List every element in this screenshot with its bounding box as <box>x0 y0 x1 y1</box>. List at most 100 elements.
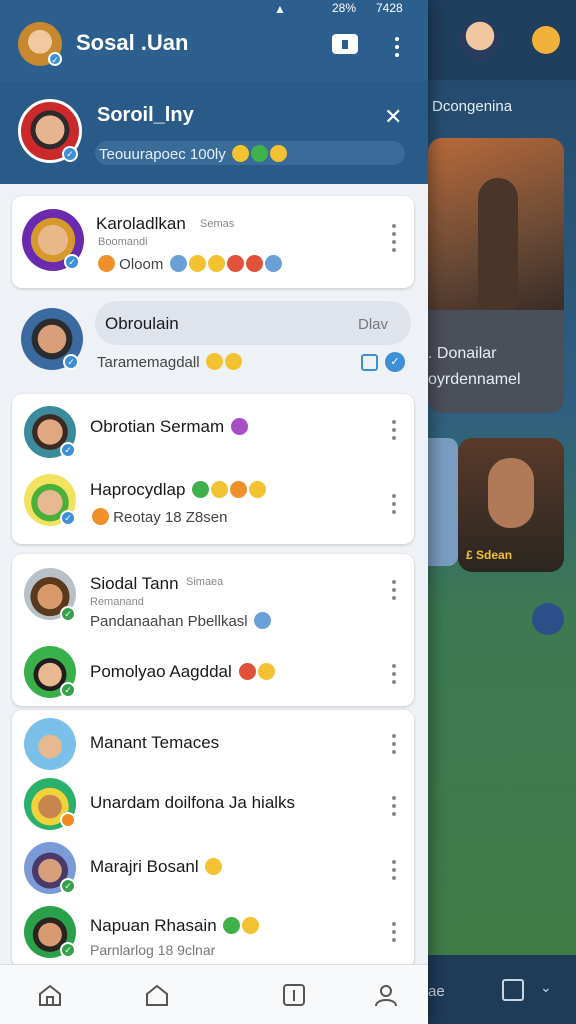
emoji-icon <box>245 255 263 272</box>
more-button[interactable] <box>392 580 396 604</box>
emoji-icon <box>253 612 271 629</box>
emoji-icon <box>238 663 256 680</box>
info-icon[interactable] <box>281 982 307 1008</box>
read-check-icon: ✓ <box>385 352 405 372</box>
emoji-icon <box>169 255 187 272</box>
chat-message: Oloom <box>96 255 282 273</box>
background-small-badge <box>532 603 564 635</box>
verified-icon: ✓ <box>48 52 62 66</box>
close-button[interactable]: ✕ <box>384 104 402 130</box>
status-bar: ▲ 28% 7428 <box>268 0 428 18</box>
background-thumb-caption: £ Sdean <box>466 548 513 562</box>
chat-name: Karoladlkan <box>96 214 186 233</box>
more-button[interactable] <box>392 734 396 758</box>
chat-name: Pomolyao Aagddal <box>90 662 275 682</box>
profile-icon[interactable] <box>373 982 399 1008</box>
verified-icon: ✓ <box>60 442 76 458</box>
background-bottom-label: ae <box>428 983 445 1000</box>
profile-name: Soroil_lny <box>97 104 194 126</box>
chat-card[interactable]: ✓ Karoladlkan Semas Boomandi Oloom <box>12 196 414 288</box>
chat-card[interactable]: ✓ Siodal Tann Simaea Remanand Pandanaaha… <box>12 554 414 706</box>
verified-icon <box>60 812 76 828</box>
chat-name: Obroulain <box>105 314 179 333</box>
emoji-icon <box>269 145 287 162</box>
background-notification-icon[interactable] <box>532 26 560 54</box>
chat-name: Siodal Tann <box>90 574 179 593</box>
chat-subtitle: Remanand <box>90 596 144 608</box>
chat-avatar <box>24 718 76 770</box>
emoji-icon <box>230 481 248 498</box>
chevron-down-icon[interactable]: ⌄ <box>540 979 552 996</box>
emoji-icon <box>223 917 241 934</box>
emoji-icon <box>257 663 275 680</box>
list-icon[interactable] <box>502 979 524 1001</box>
chat-card[interactable]: ✓ Obrotian Sermam ✓ Haprocydlap Reotay 1… <box>12 394 414 544</box>
verified-icon: ✓ <box>60 510 76 526</box>
emoji-icon <box>226 255 244 272</box>
compose-icon <box>342 40 348 49</box>
more-button[interactable] <box>392 224 396 256</box>
verified-icon: ✓ <box>60 942 76 958</box>
emoji-icon <box>264 255 282 272</box>
chat-action[interactable]: Dlav <box>358 316 388 333</box>
emoji-icon <box>249 481 267 498</box>
background-thumbnail[interactable]: £ Sdean <box>458 438 564 572</box>
app-title: Sosal .Uan <box>76 30 189 55</box>
emoji-icon <box>188 255 206 272</box>
emoji-icon <box>224 353 242 370</box>
background-bottom-bar: ae ⌄ <box>428 955 576 1024</box>
more-button[interactable] <box>392 494 396 518</box>
chat-subtitle: Boomandi <box>98 236 148 248</box>
chat-message: Pandanaahan Pbellkasl <box>90 612 271 630</box>
chat-name: Haprocydlap <box>90 480 267 500</box>
time-text: 7428 <box>376 1 403 15</box>
more-button[interactable] <box>392 796 396 820</box>
chat-name: Obrotian Sermam <box>90 417 248 437</box>
background-video-card[interactable]: . Donailar oyrdennamel <box>428 138 564 413</box>
chat-name: Napuan Rhasain <box>90 916 260 936</box>
header-more-button[interactable] <box>395 37 399 61</box>
more-button[interactable] <box>392 860 396 884</box>
verified-icon: ✓ <box>62 146 78 162</box>
verified-icon: ✓ <box>60 878 76 894</box>
chat-message: Reotay 18 Z8sen <box>90 508 227 526</box>
verified-icon: ✓ <box>64 254 80 270</box>
background-side-card <box>428 438 458 566</box>
compose-button[interactable] <box>332 34 358 54</box>
background-thumb-face <box>488 458 534 528</box>
verified-icon: ✓ <box>60 682 76 698</box>
emoji-icon <box>230 418 248 435</box>
more-button[interactable] <box>392 420 396 444</box>
chat-message: Parnlarlog 18 9clnar <box>90 942 216 958</box>
chat-tag: Simaea <box>186 576 224 588</box>
emoji-icon <box>207 255 225 272</box>
attach-icon[interactable] <box>361 354 378 371</box>
emoji-icon <box>211 481 229 498</box>
emoji-icon <box>231 145 249 162</box>
profile-status: Teouurapoec 100ly <box>99 145 287 163</box>
chat-tag: Semas <box>200 218 235 230</box>
more-button[interactable] <box>392 922 396 946</box>
background-avatar[interactable] <box>460 20 500 60</box>
navigation-drawer: ▲ 28% 7428 ✓ Sosal .Uan ✓ Soroil_lny ✕ T… <box>0 0 428 1024</box>
emoji-icon <box>205 858 223 875</box>
chat-name: Unardam doilfona Ja hialks <box>90 793 296 812</box>
chat-name: Manant Temaces <box>90 733 220 752</box>
chat-card[interactable]: Manant Temaces Unardam doilfona Ja hialk… <box>12 710 414 968</box>
bottom-navigation <box>0 964 428 1024</box>
home-icon[interactable] <box>37 982 63 1008</box>
emoji-icon <box>242 917 260 934</box>
verified-icon: ✓ <box>60 606 76 622</box>
house-icon[interactable] <box>144 982 170 1008</box>
emoji-icon <box>98 255 115 272</box>
battery-text: 28% <box>332 1 357 15</box>
background-header-label: Dcongenina <box>432 98 513 115</box>
background-caption-1: . Donailar <box>428 345 497 362</box>
chat-message: Taramemagdall <box>97 353 242 371</box>
background-caption-2: oyrdennamel <box>428 371 521 388</box>
chat-name: Marajri Bosanl <box>90 857 223 877</box>
emoji-icon <box>205 353 223 370</box>
more-button[interactable] <box>392 664 396 688</box>
signal-icon: ▲ <box>274 2 286 16</box>
background-person-figure <box>478 178 518 308</box>
